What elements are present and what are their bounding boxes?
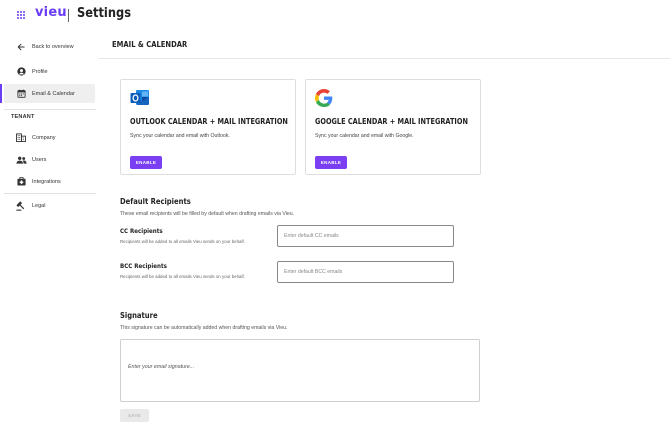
enable-google-button[interactable]: ENABLE bbox=[315, 156, 347, 169]
sidebar-item-profile[interactable]: Profile bbox=[4, 62, 95, 81]
enable-outlook-button[interactable]: ENABLE bbox=[130, 156, 162, 169]
active-indicator bbox=[0, 84, 2, 103]
sidebar-item-users[interactable]: Users bbox=[4, 150, 95, 169]
sidebar: Back to overview Profile Email & Calenda… bbox=[0, 32, 100, 433]
back-to-overview-link[interactable]: Back to overview bbox=[4, 37, 95, 56]
signature-title: Signature bbox=[120, 311, 158, 320]
users-icon bbox=[15, 156, 27, 164]
apps-grid-icon[interactable] bbox=[17, 11, 26, 20]
section-heading: EMAIL & CALENDAR bbox=[112, 40, 188, 49]
profile-icon bbox=[15, 67, 27, 76]
bcc-emails-input[interactable] bbox=[277, 261, 454, 283]
sidebar-item-label: Users bbox=[32, 156, 47, 163]
card-title: GOOGLE CALENDAR + MAIL INTEGRATION bbox=[315, 117, 468, 126]
logo-divider bbox=[68, 9, 69, 22]
sidebar-item-label: Legal bbox=[32, 202, 46, 209]
sidebar-divider bbox=[4, 109, 96, 110]
sidebar-item-label: Company bbox=[32, 134, 56, 141]
google-integration-card: GOOGLE CALENDAR + MAIL INTEGRATION Sync … bbox=[305, 79, 481, 175]
signature-description: This signature can be automatically adde… bbox=[120, 325, 288, 331]
calendar-icon bbox=[15, 89, 27, 98]
save-button[interactable]: SAVE bbox=[120, 409, 149, 422]
outlook-integration-card: OUTLOOK CALENDAR + MAIL INTEGRATION Sync… bbox=[120, 79, 296, 175]
integrations-icon bbox=[15, 177, 27, 186]
sidebar-item-integrations[interactable]: Integrations bbox=[4, 172, 95, 191]
arrow-left-icon bbox=[15, 43, 27, 51]
google-logo-icon bbox=[315, 89, 335, 107]
cc-recipients-title: CC Recipients bbox=[120, 227, 163, 235]
sidebar-item-email-calendar[interactable]: Email & Calendar bbox=[4, 84, 95, 103]
bcc-recipients-title: BCC Recipients bbox=[120, 262, 167, 270]
gavel-icon bbox=[15, 201, 27, 211]
sidebar-item-company[interactable]: Company bbox=[4, 128, 95, 147]
tenant-section-label: TENANT bbox=[11, 114, 35, 120]
outlook-logo-icon bbox=[130, 89, 150, 107]
back-label: Back to overview bbox=[32, 43, 74, 50]
cc-recipients-description: Recipients will be added to all emails V… bbox=[120, 239, 245, 244]
bcc-recipients-description: Recipients will be added to all emails V… bbox=[120, 274, 245, 279]
sidebar-item-label: Profile bbox=[32, 68, 48, 75]
sidebar-item-legal[interactable]: Legal bbox=[4, 196, 95, 215]
page-title: Settings bbox=[77, 6, 132, 21]
default-recipients-description: These email recipients will be filled by… bbox=[120, 211, 295, 217]
default-recipients-title: Default Recipients bbox=[120, 197, 191, 206]
sidebar-item-label: Email & Calendar bbox=[32, 90, 75, 97]
top-bar: vieu Settings bbox=[0, 0, 670, 32]
card-description: Sync your calendar and email with Outloo… bbox=[130, 133, 230, 139]
signature-textarea[interactable] bbox=[120, 339, 480, 402]
cc-emails-input[interactable] bbox=[277, 225, 454, 247]
card-title: OUTLOOK CALENDAR + MAIL INTEGRATION bbox=[130, 117, 288, 126]
card-description: Sync your calendar and email with Google… bbox=[315, 133, 414, 139]
sidebar-divider bbox=[4, 193, 96, 194]
header-divider bbox=[99, 58, 670, 59]
building-icon bbox=[15, 133, 27, 142]
sidebar-item-label: Integrations bbox=[32, 178, 61, 185]
app-logo[interactable]: vieu bbox=[35, 5, 67, 20]
